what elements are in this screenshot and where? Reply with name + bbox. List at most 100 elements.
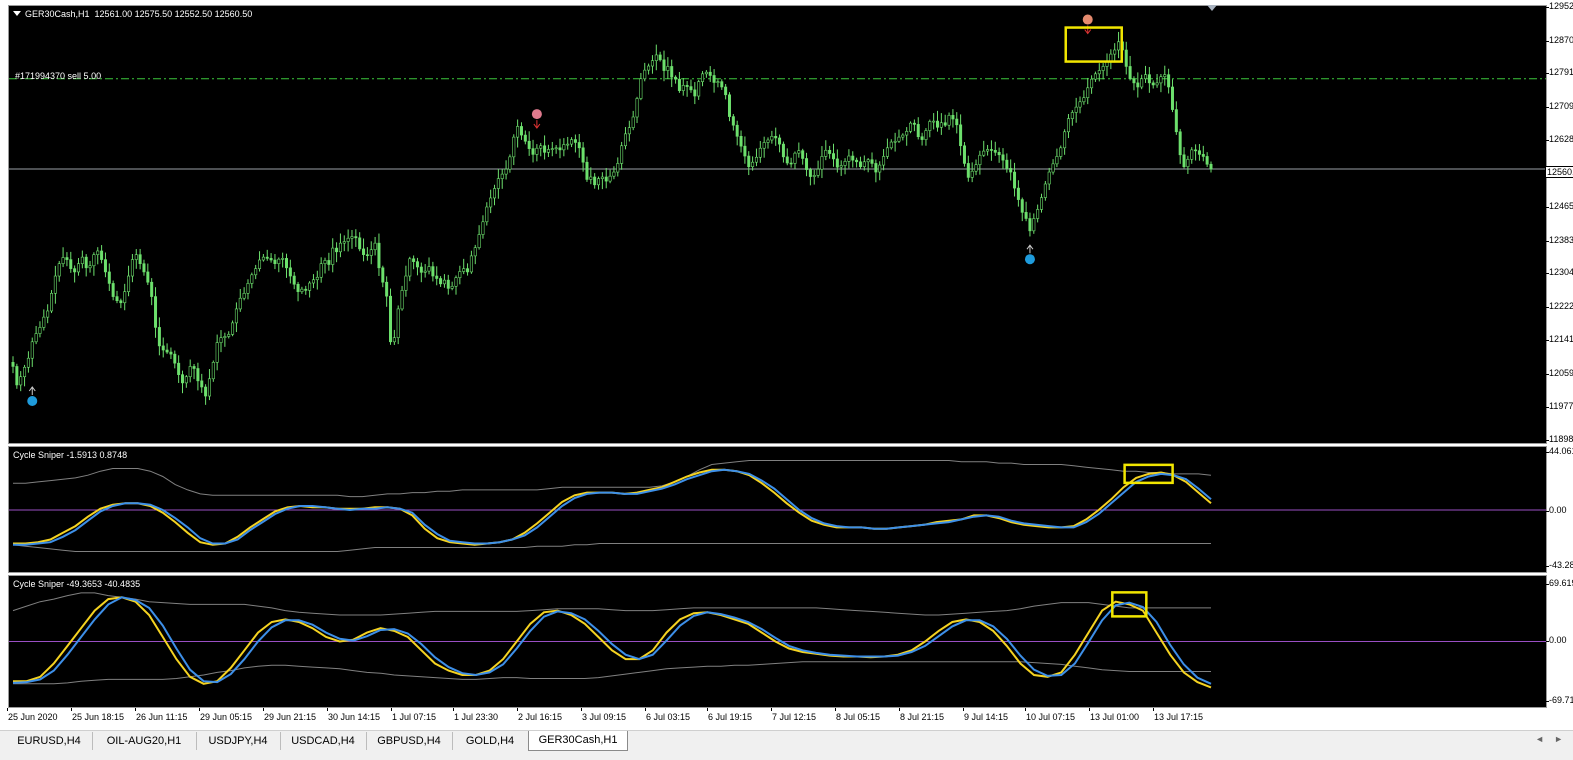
candle-body (539, 145, 543, 149)
candle-body (30, 341, 34, 359)
candle-body (1124, 49, 1128, 67)
candle-body (304, 288, 308, 291)
candle-body (150, 281, 154, 297)
candle-body (828, 149, 832, 154)
candle-body (570, 139, 574, 145)
candle-body (939, 122, 943, 128)
candle-body (1163, 74, 1167, 78)
candle-body (354, 236, 358, 239)
candle-body (439, 278, 443, 285)
candle-body (735, 124, 739, 137)
tab-gold-h4[interactable]: GOLD,H4 (452, 732, 529, 750)
candle-body (1051, 163, 1055, 173)
tab-eurusd-h4[interactable]: EURUSD,H4 (6, 732, 93, 750)
time-tick-label: 3 Jul 09:15 (580, 708, 627, 722)
candle-body (288, 267, 292, 277)
candle-body (1082, 97, 1086, 103)
candle-body (269, 258, 273, 261)
candle-body (704, 71, 708, 75)
indicator-pane-2[interactable]: Cycle Sniper -49.3653 -40.4835 (8, 575, 1547, 708)
candle-body (381, 267, 385, 283)
candle-body (862, 161, 866, 168)
candle-body (535, 147, 539, 155)
candle-body (496, 178, 500, 189)
candle-body (1078, 101, 1082, 108)
buy-signal-dot (1024, 254, 1035, 265)
candle-body (993, 149, 997, 153)
candle-body (858, 161, 862, 168)
candle-body (1016, 187, 1020, 200)
candle-body (1167, 74, 1171, 88)
sell-signal-dot (1082, 14, 1093, 25)
candle-body (1201, 154, 1205, 157)
time-axis[interactable]: 25 Jun 2020 25 Jun 18:15 26 Jun 11:15 29 Ju… (7, 708, 1547, 728)
tab-oil-aug20-h1[interactable]: OIL-AUG20,H1 (92, 732, 197, 750)
scroll-left-icon[interactable]: ◄ (1535, 734, 1544, 744)
candle-body (415, 261, 419, 268)
candle-body (96, 250, 100, 255)
price-candles-svg[interactable] (9, 6, 1546, 443)
candle-body (778, 137, 782, 145)
scroll-right-icon[interactable]: ► (1554, 734, 1563, 744)
candle-body (1032, 218, 1036, 232)
candle-body (489, 197, 493, 208)
indicator-1-scale: 44.0614 0.00 -43.283 (1546, 446, 1573, 573)
tab-gbpusd-h4[interactable]: GBPUSD,H4 (366, 732, 453, 750)
candle-body (412, 258, 416, 262)
tab-usdjpy-h4[interactable]: USDJPY,H4 (196, 732, 281, 750)
price-chart-pane[interactable]: GER30Cash,H1 12561.00 12575.50 12552.50 … (8, 5, 1547, 444)
candle-body (812, 175, 816, 177)
candle-body (519, 126, 523, 136)
candle-body (435, 275, 439, 279)
candle-body (1093, 73, 1097, 80)
candle-body (959, 124, 963, 147)
candle-body (311, 279, 315, 284)
candle-body (1182, 154, 1186, 168)
buy-arrow-icon (28, 386, 36, 395)
candle-body (42, 316, 46, 328)
candle-body (404, 275, 408, 291)
candle-body (215, 342, 219, 363)
candle-body (1205, 156, 1209, 165)
candle-body (962, 145, 966, 164)
candle-body (1001, 154, 1005, 161)
candle-body (1047, 171, 1051, 185)
candle-body (774, 136, 778, 139)
time-tick-label: 6 Jul 19:15 (706, 708, 753, 722)
candle-body (369, 249, 373, 256)
candle-body (550, 148, 554, 150)
candle-body (196, 368, 200, 382)
candle-body (566, 143, 570, 146)
chart-collapse-triangle-icon[interactable] (1207, 5, 1217, 11)
candle-body (188, 366, 192, 378)
candle-body (982, 150, 986, 156)
candle-body (1070, 112, 1074, 119)
candle-body (1190, 149, 1194, 160)
candle-body (866, 159, 870, 163)
candle-body (258, 259, 262, 269)
tab-usdcad-h4[interactable]: USDCAD,H4 (280, 732, 367, 750)
candle-body (76, 263, 80, 273)
time-tick-label: 1 Jul 07:15 (390, 708, 437, 722)
indicator-2-scale-bottom: -69.7198 (1546, 695, 1573, 705)
candle-body (92, 254, 96, 267)
candle-body (789, 162, 793, 165)
price-scale[interactable]: 12952.20 12870.60 12791.40 12709.80 12628.20… (1546, 1, 1573, 444)
candle-body (454, 277, 458, 287)
candle-body (1013, 171, 1017, 189)
candle-body (50, 292, 54, 312)
candle-body (604, 176, 608, 182)
indicator-pane-1[interactable]: Cycle Sniper -1.5913 0.8748 (8, 446, 1547, 573)
candle-body (84, 256, 88, 269)
candle-body (562, 144, 566, 151)
candle-body (284, 258, 288, 269)
candle-body (989, 149, 993, 151)
chart-menu-triangle-icon[interactable] (13, 11, 21, 16)
candle-body (331, 247, 335, 265)
candle-body (165, 349, 169, 353)
indicator-2-svg[interactable] (9, 576, 1546, 707)
indicator-1-svg[interactable] (9, 447, 1546, 572)
tab-ger30cash-h1[interactable]: GER30Cash,H1 (528, 731, 628, 751)
candle-body (1209, 163, 1213, 170)
candle-body (157, 327, 161, 347)
